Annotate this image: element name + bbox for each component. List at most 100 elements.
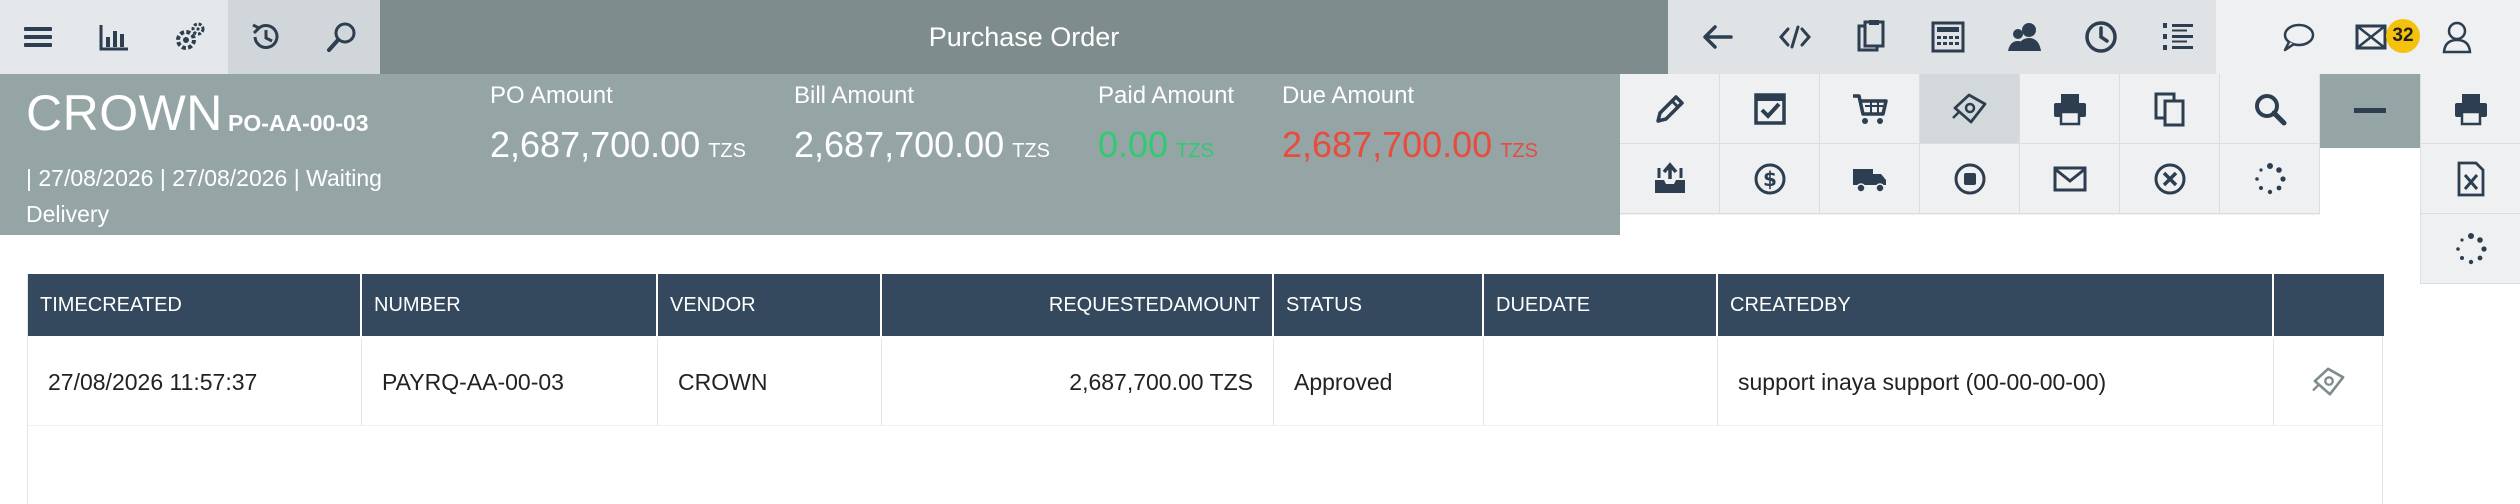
top-bar: Purchase Order 32 <box>0 0 2520 74</box>
paid-amount-label: Paid Amount <box>1098 82 1235 109</box>
chat-icon <box>2281 22 2315 52</box>
reports-button[interactable] <box>76 0 152 74</box>
cell-status: Approved <box>1274 338 1484 426</box>
page-title: Purchase Order <box>928 21 1120 52</box>
copy-button[interactable] <box>2120 74 2220 144</box>
mail-icon <box>2052 165 2088 193</box>
table-header: TIMECREATED NUMBER VENDOR REQUESTEDAMOUN… <box>28 274 2384 336</box>
approve-button[interactable] <box>1720 74 1820 144</box>
menu-icon <box>22 23 54 51</box>
chat-button[interactable] <box>2260 0 2336 74</box>
column-header-number[interactable]: NUMBER <box>362 274 658 336</box>
edit-icon <box>1652 91 1688 127</box>
paid-amount-value: 0.00 <box>1098 124 1169 165</box>
list-icon <box>2161 20 2195 54</box>
clock-icon <box>2084 20 2118 54</box>
print-button[interactable] <box>2020 74 2120 144</box>
table-row[interactable]: 27/08/2026 11:57:37 PAYRQ-AA-00-03 CROWN… <box>28 338 2384 426</box>
calculator-button[interactable] <box>1910 0 1987 74</box>
column-header-duedate[interactable]: DUEDATE <box>1484 274 1718 336</box>
menu-button[interactable] <box>0 0 76 74</box>
column-header-status[interactable]: STATUS <box>1274 274 1484 336</box>
po-amount-currency: TZS <box>708 140 746 162</box>
clipboard-button[interactable] <box>1833 0 1910 74</box>
refresh-button[interactable] <box>2220 144 2320 214</box>
payment-request-button[interactable] <box>1920 74 2020 144</box>
back-icon <box>1701 23 1735 51</box>
truck-icon <box>1851 163 1889 195</box>
cell-requestedamount: 2,687,700.00 TZS <box>882 338 1274 426</box>
checkbox-icon <box>1753 92 1787 126</box>
po-amount-value: 2,687,700.00 <box>490 124 701 165</box>
excel-icon <box>2456 161 2486 197</box>
payment-requests-table: TIMECREATED NUMBER VENDOR REQUESTEDAMOUN… <box>27 274 2384 504</box>
bill-amount-value-wrap: 2,687,700.00 TZS <box>794 124 1050 166</box>
stop-button[interactable] <box>1920 144 2020 214</box>
cell-vendor: CROWN <box>658 338 882 426</box>
back-button[interactable] <box>1680 0 1757 74</box>
refresh-export-button[interactable] <box>2421 214 2520 284</box>
cart-button[interactable] <box>1820 74 1920 144</box>
toolbar-left <box>0 0 380 74</box>
row-action-button[interactable] <box>2274 338 2384 426</box>
cancel-button[interactable] <box>2120 144 2220 214</box>
loading-icon <box>2454 232 2488 266</box>
po-amount-value-wrap: 2,687,700.00 TZS <box>490 124 746 166</box>
collapse-button[interactable] <box>2320 74 2420 148</box>
code-icon <box>1778 23 1812 51</box>
cell-createdby: support inaya support (00-00-00-00) <box>1718 338 2274 426</box>
cell-timecreated: 27/08/2026 11:57:37 <box>28 338 362 426</box>
settings-icon <box>173 20 207 54</box>
column-header-createdby[interactable]: CREATEDBY <box>1718 274 2274 336</box>
due-amount-value: 2,687,700.00 <box>1282 124 1493 165</box>
payment-request-icon <box>1951 92 1989 126</box>
svg-text:$: $ <box>1763 167 1777 191</box>
cancel-icon <box>2153 162 2187 196</box>
column-header-actions <box>2274 274 2384 336</box>
copy-icon <box>2153 91 2187 127</box>
due-amount-currency: TZS <box>1500 140 1538 162</box>
column-header-vendor[interactable]: VENDOR <box>658 274 882 336</box>
payment-request-icon <box>2311 366 2347 398</box>
cell-number: PAYRQ-AA-00-03 <box>362 338 658 426</box>
print-icon <box>2453 92 2489 126</box>
excel-export-button[interactable] <box>2421 144 2520 214</box>
due-amount-label: Due Amount <box>1282 82 1415 109</box>
code-button[interactable] <box>1757 0 1834 74</box>
email-button[interactable] <box>2020 144 2120 214</box>
po-header: CROWN PO-AA-00-03 | 27/08/2026 | 27/08/2… <box>0 74 1620 235</box>
stop-icon <box>1953 162 1987 196</box>
calculator-icon <box>1931 21 1965 53</box>
profile-button[interactable] <box>2432 0 2482 74</box>
export-column <box>2420 74 2520 284</box>
schedule-button[interactable] <box>2063 0 2140 74</box>
payment-button[interactable]: $ <box>1720 144 1820 214</box>
column-header-timecreated[interactable]: TIMECREATED <box>28 274 362 336</box>
print-export-button[interactable] <box>2421 74 2520 144</box>
archive-icon <box>1652 161 1688 196</box>
mail-count-badge: 32 <box>2386 19 2420 53</box>
search-icon <box>2253 92 2287 126</box>
edit-button[interactable] <box>1620 74 1720 144</box>
history-button[interactable] <box>228 0 304 74</box>
list-button[interactable] <box>2139 0 2216 74</box>
po-amount-label: PO Amount <box>490 82 613 109</box>
dollar-icon: $ <box>1753 162 1787 196</box>
loading-icon <box>2253 162 2287 196</box>
history-icon <box>249 20 283 54</box>
clipboard-icon <box>1855 20 1887 54</box>
paid-amount-value-wrap: 0.00 TZS <box>1098 124 1214 166</box>
search-icon <box>325 20 359 54</box>
column-header-requestedamount[interactable]: REQUESTEDAMOUNT <box>882 274 1274 336</box>
user-icon <box>2441 20 2473 54</box>
delivery-button[interactable] <box>1820 144 1920 214</box>
po-number: PO-AA-00-03 <box>228 110 369 136</box>
paid-amount-currency: TZS <box>1176 140 1214 162</box>
toolbar-right <box>1668 0 2216 74</box>
search-action-button[interactable] <box>2220 74 2320 144</box>
search-button[interactable] <box>304 0 380 74</box>
archive-button[interactable] <box>1620 144 1720 214</box>
settings-button[interactable] <box>152 0 228 74</box>
cart-icon <box>1851 92 1889 126</box>
users-button[interactable] <box>1986 0 2063 74</box>
